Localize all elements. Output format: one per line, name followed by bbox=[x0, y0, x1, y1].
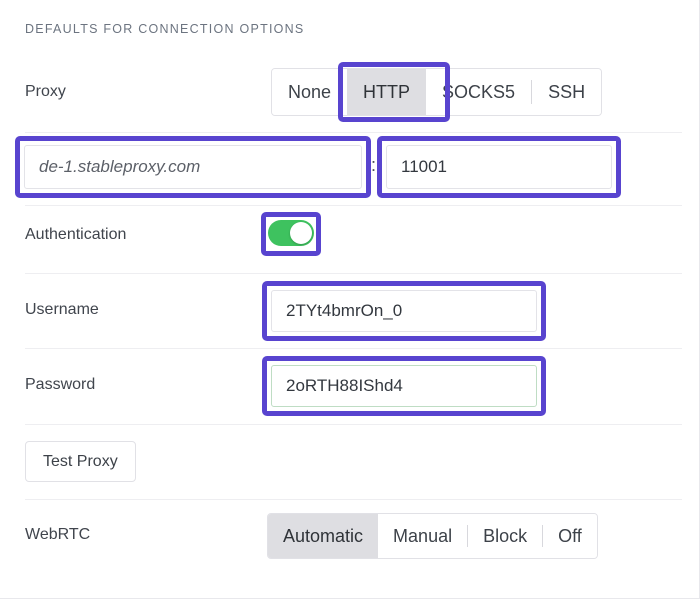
host-port-separator: : bbox=[371, 155, 377, 175]
proxy-option-socks5[interactable]: SOCKS5 bbox=[426, 69, 532, 115]
webrtc-option-manual[interactable]: Manual bbox=[378, 514, 468, 558]
password-value: 2oRTH88IShd4 bbox=[286, 376, 403, 395]
username-input[interactable]: 2TYt4bmrOn_0 bbox=[271, 290, 537, 332]
authentication-label: Authentication bbox=[25, 226, 127, 243]
proxy-option-http[interactable]: HTTP bbox=[347, 69, 427, 115]
proxy-port-value: 11001 bbox=[401, 157, 448, 176]
webrtc-option-off[interactable]: Off bbox=[543, 514, 597, 558]
authentication-toggle[interactable] bbox=[268, 220, 314, 246]
webrtc-option-block[interactable]: Block bbox=[468, 514, 543, 558]
row-divider bbox=[25, 499, 682, 500]
password-input[interactable]: 2oRTH88IShd4 bbox=[271, 365, 537, 407]
proxy-type-segmented-control[interactable]: None HTTP SOCKS5 SSH bbox=[271, 68, 603, 116]
proxy-option-none[interactable]: None bbox=[272, 69, 348, 115]
test-proxy-button-label: Test Proxy bbox=[43, 452, 118, 470]
row-divider bbox=[25, 424, 682, 425]
row-divider bbox=[25, 348, 682, 349]
row-divider bbox=[25, 273, 682, 274]
webrtc-segmented-control[interactable]: Automatic Manual Block Off bbox=[267, 513, 598, 559]
connection-options-panel: DEFAULTS FOR CONNECTION OPTIONS Proxy No… bbox=[0, 0, 700, 599]
proxy-label: Proxy bbox=[25, 83, 66, 100]
test-proxy-button[interactable]: Test Proxy bbox=[25, 441, 136, 482]
proxy-host-input[interactable]: de-1.stableproxy.com bbox=[24, 145, 362, 189]
section-header: DEFAULTS FOR CONNECTION OPTIONS bbox=[25, 22, 305, 36]
proxy-port-input[interactable]: 11001 bbox=[386, 145, 612, 189]
proxy-host-placeholder: de-1.stableproxy.com bbox=[39, 157, 201, 176]
toggle-knob bbox=[290, 222, 312, 244]
password-label: Password bbox=[25, 376, 96, 393]
webrtc-option-automatic[interactable]: Automatic bbox=[268, 514, 379, 558]
row-divider bbox=[25, 205, 682, 206]
proxy-option-ssh[interactable]: SSH bbox=[532, 69, 602, 115]
row-divider bbox=[25, 132, 682, 133]
username-label: Username bbox=[25, 301, 99, 318]
webrtc-label: WebRTC bbox=[25, 526, 91, 543]
username-value: 2TYt4bmrOn_0 bbox=[286, 301, 403, 320]
